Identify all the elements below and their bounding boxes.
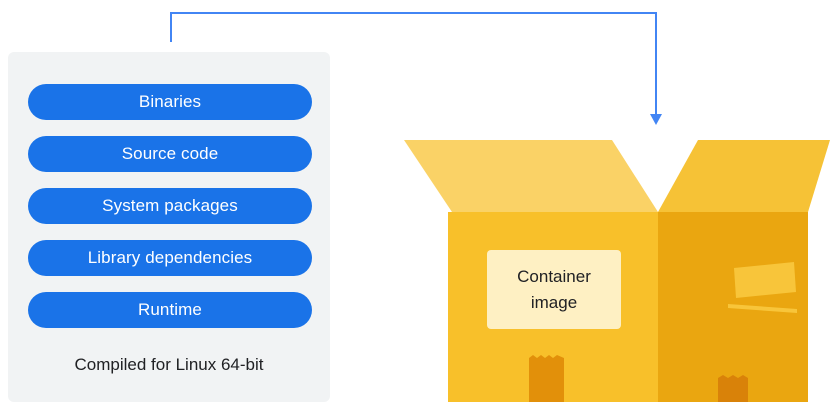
container-illustration (170, 12, 830, 402)
arrow-head-icon (650, 114, 662, 125)
box-flap-left (404, 140, 658, 212)
container-image-label: Container image (487, 250, 621, 329)
box-tape-side (718, 375, 748, 402)
box-tape-front (529, 355, 564, 402)
box-flap-right (658, 140, 830, 212)
container-image-line1: Container (517, 266, 591, 286)
container-image-line2: image (530, 292, 578, 312)
box-side-label-icon (734, 262, 796, 298)
connector-arrow (170, 12, 657, 116)
